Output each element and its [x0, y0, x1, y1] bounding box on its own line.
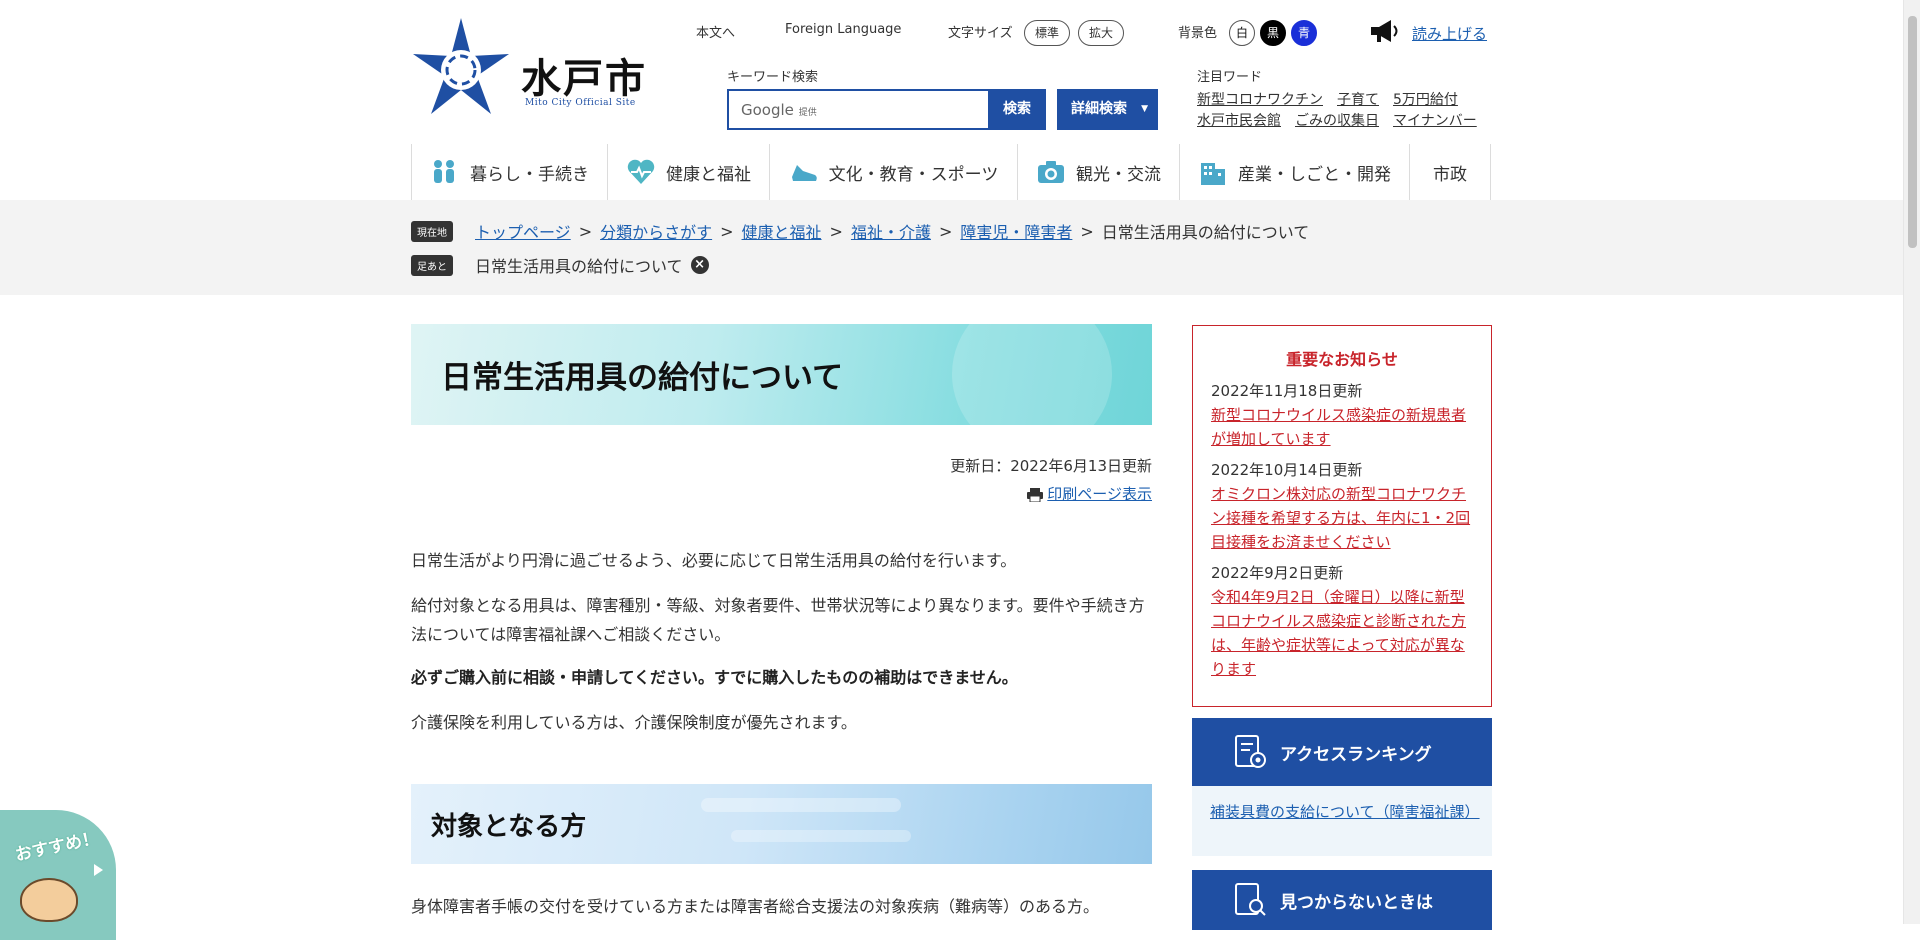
access-ranking-list: 補装具費の支給について（障害福祉課）	[1192, 786, 1492, 856]
caret-down-icon: ▼	[1141, 104, 1148, 114]
trend-link[interactable]: ごみの収集日	[1295, 113, 1379, 129]
arrow-right-icon	[94, 864, 103, 876]
mascot-icon	[20, 878, 78, 922]
city-subtitle: Mito City Official Site	[525, 98, 636, 108]
body-paragraph: 介護保険を利用している方は、介護保険制度が優先されます。	[411, 713, 857, 732]
access-ranking-header: アクセスランキング	[1192, 718, 1492, 786]
bg-blue-button[interactable]: 青	[1291, 20, 1317, 46]
megaphone-icon[interactable]	[1369, 18, 1401, 48]
gnav-item-tourism[interactable]: 観光・交流	[1017, 144, 1179, 200]
scrollbar-thumb[interactable]	[1908, 16, 1917, 248]
trend-link[interactable]: 5万円給付	[1393, 92, 1458, 108]
notice-date: 2022年11月18日更新	[1211, 382, 1363, 400]
updated-date: 更新日：2022年6月13日更新	[950, 457, 1152, 475]
breadcrumb-band	[0, 200, 1903, 295]
access-ranking-title: アクセスランキング	[1280, 744, 1432, 765]
trend-link[interactable]: マイナンバー	[1393, 113, 1477, 129]
bg-color-label: 背景色	[1178, 26, 1218, 41]
bg-white-button[interactable]: 白	[1229, 20, 1255, 46]
body-paragraph: 給付対象となる用具は、障害種別・等級、対象者要件、世帯状況等により異なります。要…	[411, 596, 1145, 644]
gnav-item-culture[interactable]: 文化・教育・スポーツ	[769, 144, 1017, 200]
recommend-label: おすすめ！	[13, 828, 101, 866]
printer-icon	[1027, 487, 1044, 502]
gnav-item-living[interactable]: 暮らし・手続き	[411, 144, 607, 200]
footmark-tag: 足あと	[411, 254, 453, 276]
gnav-item-city-admin[interactable]: 市政	[1409, 144, 1491, 200]
breadcrumb-current: 日常生活用具の給付について	[1101, 223, 1310, 242]
footmark: 足あと 日常生活用具の給付について ×	[411, 253, 709, 277]
trend-row-2: 水戸市民会館 ごみの収集日 マイナンバー	[1197, 110, 1491, 130]
breadcrumb-link[interactable]: トップページ	[475, 219, 571, 243]
search-button[interactable]: 検索	[988, 89, 1046, 130]
page-title-banner: 日常生活用具の給付について	[411, 324, 1152, 425]
foreign-language-link[interactable]: Foreign Language	[785, 22, 901, 37]
close-icon[interactable]: ×	[690, 256, 709, 274]
section-heading-banner: 対象となる方	[411, 784, 1152, 864]
print-view: 印刷ページ表示	[411, 483, 1152, 504]
notice-link[interactable]: 令和4年9月2日（金曜日）以降に新型コロナウイルス感染症と診断された方は、年齢や…	[1211, 585, 1473, 681]
city-emblem-icon	[413, 18, 509, 114]
site-logo[interactable]: 水戸市 Mito City Official Site	[413, 16, 663, 128]
skip-to-main-link[interactable]: 本文へ	[696, 22, 735, 41]
breadcrumb-link[interactable]: 障害児・障害者	[960, 219, 1072, 243]
trend-link[interactable]: 子育て	[1337, 92, 1379, 108]
print-link[interactable]: 印刷ページ表示	[1047, 485, 1152, 503]
footmark-link[interactable]: 日常生活用具の給付について	[475, 253, 683, 277]
gnav-label: 産業・しごと・開発	[1238, 164, 1391, 185]
bg-black-button[interactable]: 黒	[1260, 20, 1286, 46]
notice-link[interactable]: 新型コロナウイルス感染症の新規患者が増加しています	[1211, 403, 1473, 451]
notice-title: 重要なお知らせ	[1286, 350, 1398, 369]
search-document-icon	[1235, 883, 1266, 916]
page-scrollbar[interactable]	[1903, 0, 1920, 924]
shoe-icon	[791, 165, 817, 181]
gnav-label: 文化・教育・スポーツ	[828, 164, 999, 185]
section-heading: 対象となる方	[431, 812, 587, 842]
recommend-mascot-button[interactable]: おすすめ！	[0, 810, 116, 940]
breadcrumb-link[interactable]: 健康と福祉	[742, 219, 822, 243]
keyword-search-label: キーワード検索	[727, 70, 819, 85]
people-icon	[434, 160, 454, 183]
notice-link[interactable]: オミクロン株対応の新型コロナワクチン接種を希望する方は、年内に1・2回目接種をお…	[1211, 482, 1473, 554]
page-title: 日常生活用具の給付について	[441, 360, 844, 396]
gnav-item-health[interactable]: 健康と福祉	[607, 144, 769, 200]
current-location-tag: 現在地	[411, 220, 453, 242]
breadcrumb-link[interactable]: 分類からさがす	[600, 219, 712, 243]
notice-date: 2022年9月2日更新	[1211, 564, 1344, 582]
gnav-label: 健康と福祉	[666, 164, 751, 185]
body-paragraph: 身体障害者手帳の交付を受けている方または障害者総合支援法の対象疾病（難病等）のあ…	[411, 897, 1100, 916]
not-found-header[interactable]: 見つからないときは	[1192, 870, 1492, 930]
building-icon	[1201, 163, 1225, 185]
body-paragraph: 日常生活がより円滑に過ごせるよう、必要に応じて日常生活用具の給付を行います。	[411, 551, 1017, 570]
font-standard-button[interactable]: 標準	[1024, 20, 1071, 46]
ranking-link[interactable]: 補装具費の支給について（障害福祉課）	[1210, 803, 1480, 821]
gnav-label: 観光・交流	[1076, 164, 1161, 185]
notice-date: 2022年10月14日更新	[1211, 461, 1363, 479]
breadcrumb-link[interactable]: 福祉・介護	[851, 219, 931, 243]
breadcrumb: 現在地 トップページ > 分類からさがす > 健康と福祉 > 福祉・介護 > 障害児・障…	[411, 219, 1309, 243]
important-notice-box: 重要なお知らせ 2022年11月18日更新 新型コロナウイルス感染症の新規患者が…	[1192, 325, 1492, 707]
google-label: Google 提供	[741, 101, 817, 119]
global-nav: 暮らし・手続き 健康と福祉 文化・教育・スポーツ 観光・交流 産業・しごと・開発…	[411, 144, 1491, 200]
trend-link[interactable]: 水戸市民会館	[1197, 113, 1281, 129]
site-header: 水戸市 Mito City Official Site 本文へ Foreign …	[411, 0, 1491, 138]
body-paragraph-emphasis: 必ずご購入前に相談・申請してください。すでに購入したものの補助はできません。	[411, 668, 1018, 687]
trend-row-1: 新型コロナワクチン 子育て 5万円給付	[1197, 89, 1472, 109]
read-aloud-link[interactable]: 読み上げる	[1412, 23, 1487, 44]
advanced-search-button[interactable]: 詳細検索 ▼	[1057, 89, 1158, 130]
heart-icon	[627, 159, 655, 184]
trend-words-label: 注目ワード	[1197, 70, 1263, 85]
font-large-button[interactable]: 拡大	[1078, 20, 1125, 46]
city-name: 水戸市	[521, 55, 647, 102]
ranking-document-icon	[1235, 735, 1266, 768]
gnav-label: 市政	[1433, 164, 1467, 185]
not-found-title: 見つからないときは	[1280, 892, 1433, 913]
search-input[interactable]: Google 提供	[727, 89, 989, 130]
gnav-label: 暮らし・手続き	[470, 164, 589, 185]
font-size-label: 文字サイズ	[948, 26, 1013, 41]
gnav-item-industry[interactable]: 産業・しごと・開発	[1179, 144, 1409, 200]
trend-link[interactable]: 新型コロナワクチン	[1197, 92, 1323, 108]
camera-icon	[1038, 161, 1064, 183]
